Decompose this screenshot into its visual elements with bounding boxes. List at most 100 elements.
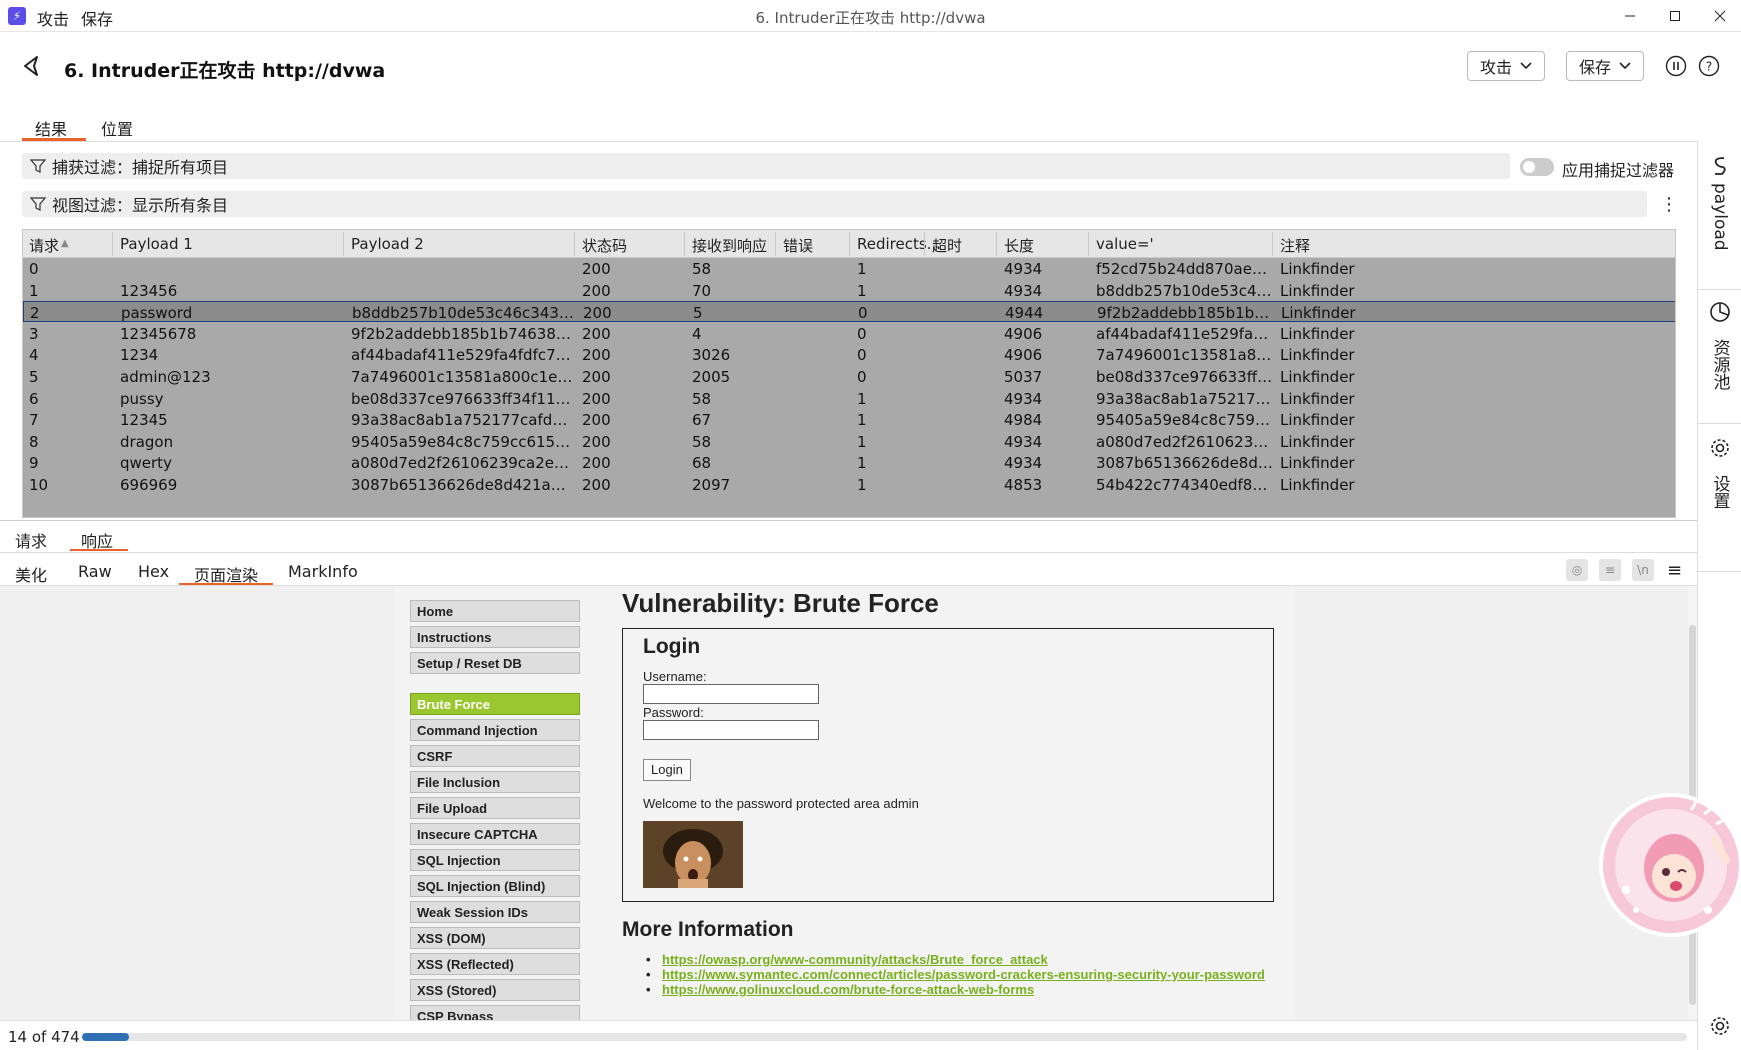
tab-positions[interactable]: 位置	[101, 116, 133, 140]
dvwa-menu-item[interactable]: XSS (DOM)	[410, 927, 580, 949]
table-cell: 4934	[1004, 389, 1043, 408]
username-field[interactable]	[643, 684, 819, 704]
window-title: 6. Intruder正在攻击 http://dvwa	[755, 9, 986, 27]
table-row[interactable]: 7 12345 93a38ac8ab1a752177cafd3d8cab... 200…	[23, 409, 1675, 430]
password-field[interactable]	[643, 720, 819, 740]
table-row[interactable]: 1 123456 200 70 1 4934 b8ddb257b10de53c46c34..…	[23, 280, 1675, 301]
table-cell: Linkfinder	[1280, 260, 1355, 278]
wrap-lines-icon[interactable]: ≡	[1599, 559, 1621, 581]
table-cell: 4934	[1004, 454, 1043, 473]
pause-icon[interactable]	[1665, 55, 1687, 77]
table-cell: 12345678	[120, 324, 197, 343]
back-icon[interactable]	[20, 54, 44, 78]
column-header[interactable]: 请求	[29, 235, 59, 256]
menu-save[interactable]: 保存	[81, 6, 113, 30]
dvwa-menu-item[interactable]: XSS (Reflected)	[410, 953, 580, 975]
table-cell: 4	[692, 324, 702, 343]
column-header[interactable]: 状态码	[582, 235, 627, 256]
column-divider[interactable]	[1088, 232, 1089, 256]
view-filter-bar[interactable]: 视图过滤：显示所有条目	[22, 191, 1647, 217]
dvwa-menu-item[interactable]: XSS (Stored)	[410, 979, 580, 1001]
table-cell: 200	[582, 368, 611, 386]
sidebar-item-resource-pool[interactable]: 资源池	[1698, 301, 1741, 390]
table-row[interactable]: 0 200 58 1 4934 f52cd75b24dd870ae3b15... Linkf…	[23, 258, 1675, 279]
active-tab-indicator	[70, 549, 128, 551]
dvwa-menu-item[interactable]: Brute Force	[410, 693, 580, 715]
table-cell: b8ddb257b10de53c46c34...	[1096, 281, 1274, 300]
more-options-icon[interactable]: ⋮	[1660, 194, 1678, 215]
gear-icon[interactable]	[1709, 1015, 1731, 1037]
column-divider[interactable]	[996, 232, 997, 256]
column-divider[interactable]	[574, 232, 575, 256]
sidebar-item-settings[interactable]: 设置	[1698, 437, 1741, 509]
menu-attack[interactable]: 攻击	[37, 6, 69, 30]
column-header[interactable]: 超时	[932, 235, 962, 256]
table-row[interactable]: 9 qwerty a080d7ed2f26106239ca2e2395ce... 20…	[23, 452, 1675, 473]
tab-results[interactable]: 结果	[35, 116, 67, 140]
menu-icon[interactable]: ≡	[1667, 560, 1682, 581]
table-cell: 1	[857, 389, 867, 408]
newline-icon[interactable]: \n	[1632, 559, 1654, 581]
column-divider[interactable]	[112, 232, 113, 256]
link-symantec[interactable]: https://www.symantec.com/connect/article…	[640, 967, 1265, 982]
table-cell: 1	[857, 281, 867, 300]
tab-pretty[interactable]: 美化	[15, 562, 47, 586]
tab-markinfo[interactable]: MarkInfo	[288, 562, 358, 581]
close-button[interactable]	[1695, 0, 1741, 32]
column-divider[interactable]	[775, 232, 776, 256]
column-header[interactable]: Payload 1	[120, 235, 193, 253]
link-golinuxcloud[interactable]: https://www.golinuxcloud.com/brute-force…	[640, 982, 1265, 997]
column-header[interactable]: Payload 2	[351, 235, 424, 253]
dvwa-menu-item[interactable]: SQL Injection (Blind)	[410, 875, 580, 897]
column-divider[interactable]	[684, 232, 685, 256]
dvwa-menu-item[interactable]: Command Injection	[410, 719, 580, 741]
link-owasp[interactable]: https://owasp.org/www-community/attacks/…	[640, 952, 1265, 967]
tab-request[interactable]: 请求	[15, 528, 47, 552]
table-cell: 4934	[1004, 432, 1043, 451]
save-dropdown-button[interactable]: 保存	[1566, 51, 1645, 81]
dvwa-menu-item[interactable]: Home	[410, 600, 580, 622]
tab-hex[interactable]: Hex	[138, 562, 169, 581]
username-label: Username:	[643, 669, 707, 684]
dvwa-menu-item[interactable]: Weak Session IDs	[410, 901, 580, 923]
chevron-down-icon	[1520, 62, 1532, 70]
column-header[interactable]: 接收到响应	[692, 235, 767, 256]
column-header[interactable]: 注释	[1280, 235, 1310, 256]
column-divider[interactable]	[849, 232, 850, 256]
table-row[interactable]: 8 dragon 95405a59e84c8c759cc615fca60f1... 2…	[23, 431, 1675, 452]
column-header[interactable]: value='	[1096, 235, 1154, 253]
table-row[interactable]: 5 admin@123 7a7496001c13581a800c1ee5e99f..…	[23, 366, 1675, 387]
dvwa-menu-item[interactable]: CSRF	[410, 745, 580, 767]
column-header[interactable]: 错误	[783, 235, 813, 256]
table-row[interactable]: 4 1234 af44badaf411e529fa4fdfc725291... 200…	[23, 344, 1675, 365]
dvwa-menu-item[interactable]: Insecure CAPTCHA	[410, 823, 580, 845]
dvwa-menu-item[interactable]: File Inclusion	[410, 771, 580, 793]
column-divider[interactable]	[1272, 232, 1273, 256]
dvwa-menu-item[interactable]: Setup / Reset DB	[410, 652, 580, 674]
capture-filter-bar[interactable]: 捕获过滤：捕捉所有项目	[22, 153, 1510, 179]
table-row[interactable]: 6 pussy be08d337ce976633ff34f1190872... 200…	[23, 388, 1675, 409]
maximize-button[interactable]	[1650, 0, 1700, 32]
table-row[interactable]: 10 696969 3087b65136626de8d421a576cb1... 20…	[23, 474, 1675, 495]
dvwa-menu-item[interactable]: SQL Injection	[410, 849, 580, 871]
sidebar-item-payload[interactable]: payload	[1698, 155, 1741, 251]
help-icon[interactable]: ?	[1698, 55, 1720, 77]
apply-capture-filter-toggle[interactable]	[1520, 158, 1554, 176]
dvwa-menu-item[interactable]: File Upload	[410, 797, 580, 819]
column-divider[interactable]	[924, 232, 925, 256]
table-cell: 7a7496001c13581a800c1ee5e99f...	[351, 368, 575, 386]
minimize-button[interactable]	[1605, 0, 1655, 32]
table-row[interactable]: 2 password b8ddb257b10de53c46c34378eb3... 2…	[23, 301, 1675, 323]
table-cell: 7a7496001c13581a800c1...	[1096, 346, 1274, 365]
login-button[interactable]: Login	[643, 759, 691, 781]
column-header[interactable]: 长度	[1004, 235, 1034, 256]
tab-raw[interactable]: Raw	[78, 562, 112, 581]
column-header[interactable]: Redirects...	[857, 235, 941, 253]
dvwa-menu-item[interactable]: Instructions	[410, 626, 580, 648]
hide-icon[interactable]: ◎	[1566, 559, 1588, 581]
table-row[interactable]: 3 12345678 9f2b2addebb185b1b746389a41fa...…	[23, 323, 1675, 344]
dvwa-menu-item[interactable]: CSP Bypass	[410, 1005, 580, 1020]
column-divider[interactable]	[343, 232, 344, 256]
attack-dropdown-button[interactable]: 攻击	[1467, 51, 1546, 81]
table-cell: 1	[857, 411, 867, 430]
